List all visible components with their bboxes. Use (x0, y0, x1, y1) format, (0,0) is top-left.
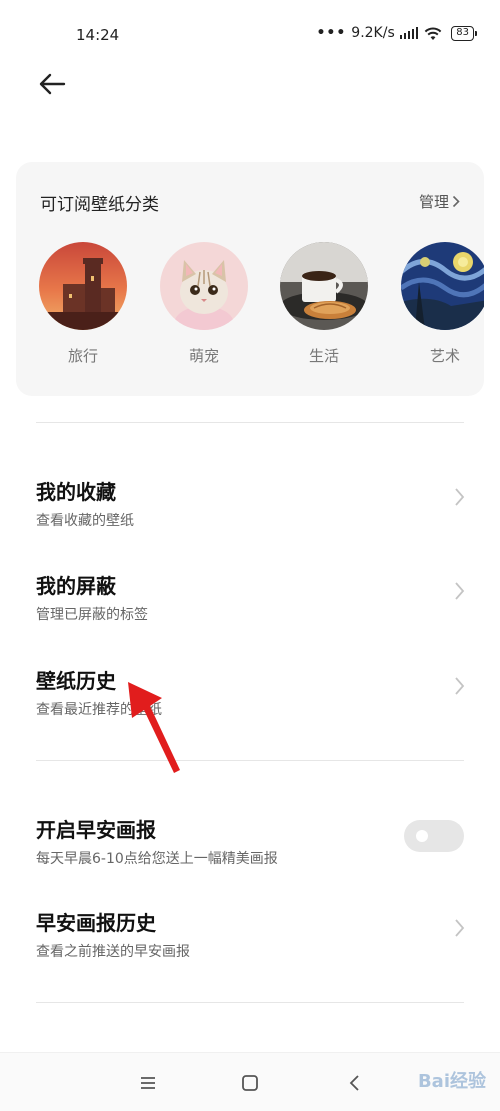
category-travel[interactable]: 旅行 (38, 242, 128, 366)
pets-thumbnail (160, 242, 248, 330)
morning-poster-history-row[interactable]: 早安画报历史 查看之前推送的早安画报 (0, 907, 500, 987)
manage-label: 管理 (418, 193, 449, 211)
back-arrow-icon[interactable] (36, 68, 68, 100)
row-title: 早安画报历史 (36, 911, 156, 935)
category-label: 生活 (308, 347, 339, 365)
category-life[interactable]: 生活 (279, 242, 369, 366)
section-divider (36, 760, 464, 761)
section-divider (36, 422, 464, 423)
my-blocked-row[interactable]: 我的屏蔽 管理已屏蔽的标签 (0, 570, 500, 650)
manage-button[interactable]: 管理 (419, 191, 460, 212)
back-nav-icon[interactable] (343, 1071, 367, 1095)
network-speed: 9.2K/s (351, 25, 395, 41)
wallpaper-category-card: 可订阅壁纸分类 管理 旅行 萌宠 生活 艺术 (16, 162, 484, 396)
battery-icon: 83 (451, 25, 477, 41)
wallpaper-history-row[interactable]: 壁纸历史 查看最近推荐的壁纸 (0, 665, 500, 745)
wifi-icon (424, 27, 442, 40)
art-thumbnail (401, 242, 484, 330)
status-time: 14:24 (76, 26, 120, 44)
switch-knob (416, 830, 428, 842)
home-icon[interactable] (238, 1071, 262, 1095)
red-pointer-arrow-icon (128, 682, 180, 773)
row-subtitle: 管理已屏蔽的标签 (36, 607, 148, 623)
signal-icon (399, 27, 419, 39)
travel-thumbnail (39, 242, 127, 330)
baidu-watermark: Bai经验 (417, 1071, 486, 1092)
system-nav-bar: Bai经验 (0, 1052, 500, 1111)
wallpaper-settings-screen: 14:24 ••• 9.2K/s 83 可订阅壁纸分类 管理 旅行 萌宠 生活 … (0, 0, 500, 1111)
notification-dots-icon: ••• (316, 25, 347, 41)
category-pets[interactable]: 萌宠 (159, 242, 249, 366)
row-title: 我的屏蔽 (36, 574, 116, 598)
morning-poster-toggle-row[interactable]: 开启早安画报 每天早晨6-10点给您送上一幅精美画报 (0, 814, 500, 894)
chevron-right-icon (455, 919, 465, 937)
category-art[interactable]: 艺术 (400, 242, 484, 366)
category-label: 萌宠 (188, 347, 219, 365)
row-subtitle: 查看之前推送的早安画报 (36, 944, 190, 960)
category-label: 旅行 (67, 347, 98, 365)
category-label: 艺术 (429, 347, 460, 365)
row-title: 壁纸历史 (36, 669, 116, 693)
chevron-right-icon (455, 677, 465, 695)
chevron-right-icon (455, 582, 465, 600)
chevron-right-icon (455, 488, 465, 506)
my-favorites-row[interactable]: 我的收藏 查看收藏的壁纸 (0, 476, 500, 556)
menu-icon[interactable] (136, 1071, 160, 1095)
status-indicators: ••• 9.2K/s 83 (316, 25, 477, 41)
morning-poster-switch[interactable] (404, 820, 464, 852)
life-thumbnail (280, 242, 368, 330)
section-divider (36, 1002, 464, 1003)
row-title: 开启早安画报 (36, 818, 156, 842)
row-subtitle: 查看收藏的壁纸 (36, 513, 134, 529)
row-subtitle: 每天早晨6-10点给您送上一幅精美画报 (36, 851, 278, 867)
card-title: 可订阅壁纸分类 (40, 195, 159, 215)
chevron-right-icon (452, 195, 460, 208)
status-bar: 14:24 ••• 9.2K/s 83 (0, 0, 500, 70)
row-title: 我的收藏 (36, 480, 116, 504)
